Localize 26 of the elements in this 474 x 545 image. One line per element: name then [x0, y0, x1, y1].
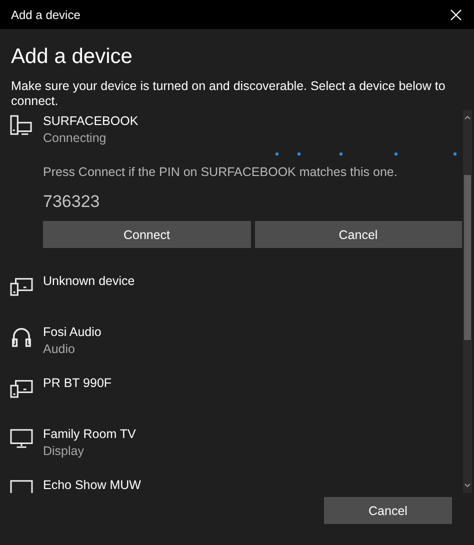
- cancel-button[interactable]: Cancel: [254, 221, 462, 248]
- window-title: Add a device: [11, 8, 80, 22]
- cancel-button[interactable]: Cancel: [324, 497, 452, 524]
- device-name[interactable]: Family Room TV: [43, 426, 462, 443]
- dialog-heading: Add a device: [11, 45, 134, 69]
- headphones-icon: [10, 326, 33, 347]
- device-name[interactable]: SURFACEBOOK: [43, 113, 462, 130]
- close-icon[interactable]: [450, 8, 462, 20]
- device-status: Audio: [43, 341, 76, 358]
- device-status: Display: [43, 443, 85, 460]
- device-name[interactable]: Echo Show MUW: [43, 477, 462, 493]
- instructions-text: Make sure your device is turned on and discoverable. Select a device below to connect.: [11, 79, 446, 109]
- pin-code: 736323: [43, 192, 101, 212]
- scroll-thumb[interactable]: [464, 175, 471, 340]
- devices-icon: [10, 377, 33, 398]
- scrollbar[interactable]: [463, 110, 472, 493]
- device-status: Connecting: [43, 130, 108, 147]
- computer-icon: [10, 115, 33, 136]
- device-name[interactable]: Fosi Audio: [43, 324, 462, 341]
- devices-icon: [10, 275, 33, 296]
- device-name[interactable]: PR BT 990F: [43, 375, 462, 392]
- device-name[interactable]: Unknown device: [43, 273, 462, 290]
- scroll-up-icon[interactable]: [464, 115, 471, 120]
- scroll-down-icon[interactable]: [464, 483, 471, 488]
- connect-button[interactable]: Connect: [43, 221, 250, 248]
- pairing-prompt: Press Connect if the PIN on SURFACEBOOK matches this one.: [43, 164, 398, 180]
